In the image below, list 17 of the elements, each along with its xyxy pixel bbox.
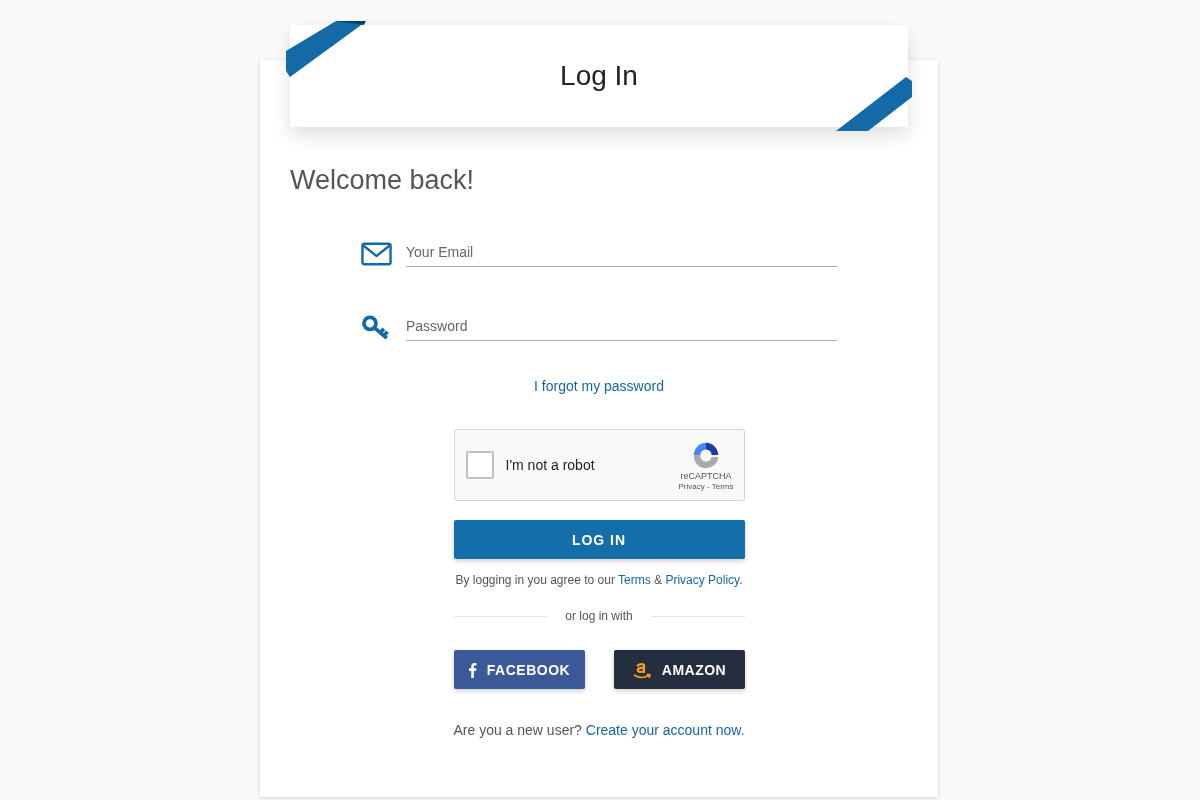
create-account-link[interactable]: Create your account now	[585, 722, 741, 738]
captcha-label: I'm not a robot	[505, 457, 596, 473]
page-title: Log In	[560, 60, 638, 92]
checkbox[interactable]	[465, 451, 494, 479]
f-logo-icon	[467, 661, 477, 678]
signup-text: Are you a new user? Create your account now.	[452, 722, 746, 738]
envelope-icon	[361, 241, 392, 267]
divider-label: or log in with	[565, 609, 633, 623]
terms-link[interactable]: Terms	[618, 573, 651, 587]
login-button[interactable]: LOG IN	[453, 520, 745, 559]
agreement-text: By logging in you agree to our Terms & Privacy Policy.	[454, 573, 744, 587]
captcha-links[interactable]: Privacy - Terms	[678, 481, 734, 491]
captcha-brand: reCAPTCHA	[680, 470, 732, 481]
forgot-password-link[interactable]: I forgot my password	[534, 378, 664, 394]
welcome-heading: Welcome back!	[290, 165, 476, 196]
amazon-button[interactable]: AMAZON	[613, 650, 745, 689]
facebook-button[interactable]: FACEBOOK	[453, 650, 585, 689]
